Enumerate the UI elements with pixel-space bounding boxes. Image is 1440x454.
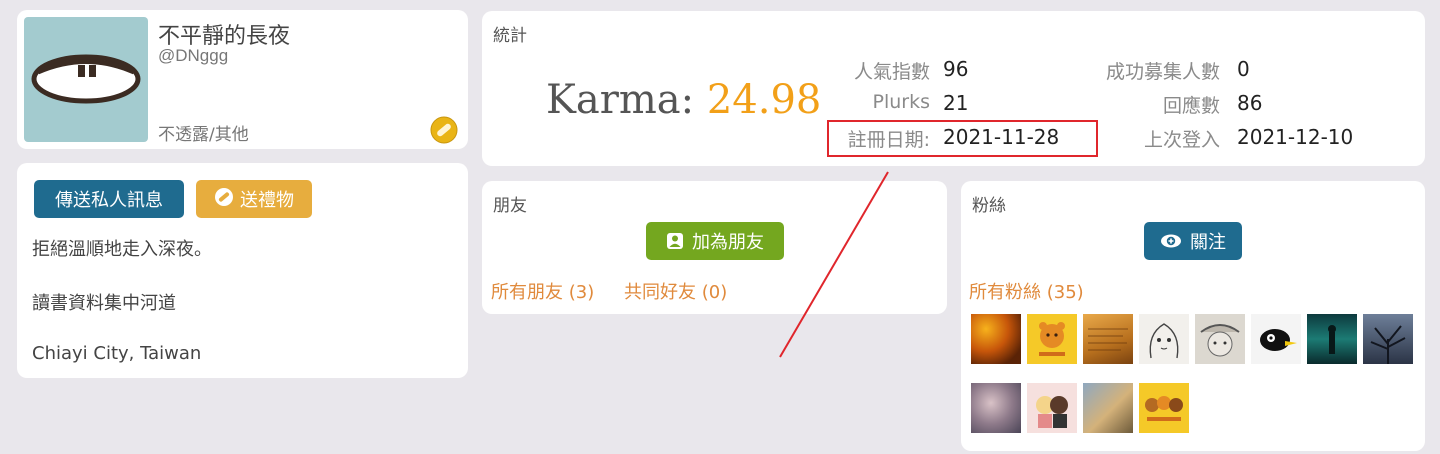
friends-card: 朋友 加為朋友 所有朋友 (3) 共同好友 (0) bbox=[482, 181, 947, 314]
stats-card: 統計 Karma: 24.98 人氣指數 96 Plurks 21 註冊日期: … bbox=[482, 11, 1425, 166]
fan-avatar-bird-on-branch[interactable] bbox=[1083, 383, 1133, 433]
fan-avatar-cartoon-bird[interactable] bbox=[1251, 314, 1301, 364]
last-login-value: 2021-12-10 bbox=[1237, 125, 1354, 149]
karma-display: Karma: 24.98 bbox=[546, 77, 821, 123]
register-date-highlight bbox=[827, 120, 1098, 157]
add-friend-icon bbox=[666, 232, 684, 250]
about-location: Chiayi City, Taiwan bbox=[32, 343, 202, 364]
profile-card: 不平靜的長夜 @DNggg 不透露/其他 bbox=[17, 10, 468, 149]
fan-avatar-manga-girl[interactable] bbox=[1139, 314, 1189, 364]
fan-avatar-bare-tree[interactable] bbox=[1363, 314, 1413, 364]
gender-location: 不透露/其他 bbox=[158, 125, 249, 145]
gift-bandage-icon bbox=[214, 187, 234, 212]
karma-label: Karma: bbox=[546, 77, 695, 123]
fan-avatar-sketch-face[interactable] bbox=[1195, 314, 1245, 364]
send-private-message-button[interactable]: 傳送私人訊息 bbox=[34, 180, 184, 218]
last-login-label: 上次登入 bbox=[1143, 129, 1220, 151]
mutual-friends-link[interactable]: 共同好友 (0) bbox=[624, 278, 727, 304]
plurks-label: Plurks bbox=[872, 91, 931, 113]
fan-avatar-pink-blossoms[interactable] bbox=[971, 383, 1021, 433]
fan-avatar-yellow-bears-group[interactable] bbox=[1139, 383, 1189, 433]
send-gift-label: 送禮物 bbox=[240, 190, 294, 211]
stats-title: 統計 bbox=[493, 26, 527, 46]
follow-button[interactable]: 關注 bbox=[1144, 222, 1242, 260]
recruit-count-value: 0 bbox=[1237, 57, 1250, 81]
fans-title: 粉絲 bbox=[972, 196, 1006, 216]
popularity-value: 96 bbox=[943, 57, 969, 81]
add-friend-button[interactable]: 加為朋友 bbox=[646, 222, 784, 260]
responses-label: 回應數 bbox=[1162, 95, 1220, 117]
fan-avatar-teal-figure[interactable] bbox=[1307, 314, 1357, 364]
fans-card: 粉絲 關注 所有粉絲 (35) bbox=[961, 181, 1425, 451]
plurks-value: 21 bbox=[943, 91, 969, 115]
fan-avatar-book-pages[interactable] bbox=[1083, 314, 1133, 364]
all-friends-link[interactable]: 所有朋友 (3) bbox=[491, 278, 594, 304]
fan-avatar-orange-flowers[interactable] bbox=[971, 314, 1021, 364]
popularity-label: 人氣指數 bbox=[853, 61, 930, 83]
responses-value: 86 bbox=[1237, 91, 1263, 115]
about-bio-line: 讀書資料集中河道 bbox=[32, 293, 176, 314]
avatar[interactable] bbox=[24, 17, 148, 142]
all-fans-link[interactable]: 所有粉絲 (35) bbox=[969, 278, 1084, 304]
add-friend-label: 加為朋友 bbox=[692, 232, 764, 253]
karma-value: 24.98 bbox=[706, 77, 822, 123]
nick-name: @DNggg bbox=[158, 46, 229, 65]
fan-avatar-yellow-bear[interactable] bbox=[1027, 314, 1077, 364]
about-bio-line: 拒絕溫順地走入深夜。 bbox=[32, 239, 212, 260]
eye-icon bbox=[1160, 233, 1182, 249]
bandage-badge-icon[interactable] bbox=[430, 116, 458, 144]
about-card: 傳送私人訊息 送禮物 拒絕溫順地走入深夜。 讀書資料集中河道 Chiayi Ci… bbox=[17, 163, 468, 378]
recruit-count-label: 成功募集人數 bbox=[1105, 61, 1220, 83]
fan-avatar-cartoon-couple[interactable] bbox=[1027, 383, 1077, 433]
friends-title: 朋友 bbox=[493, 196, 527, 216]
follow-label: 關注 bbox=[1190, 232, 1226, 253]
send-gift-button[interactable]: 送禮物 bbox=[196, 180, 312, 218]
